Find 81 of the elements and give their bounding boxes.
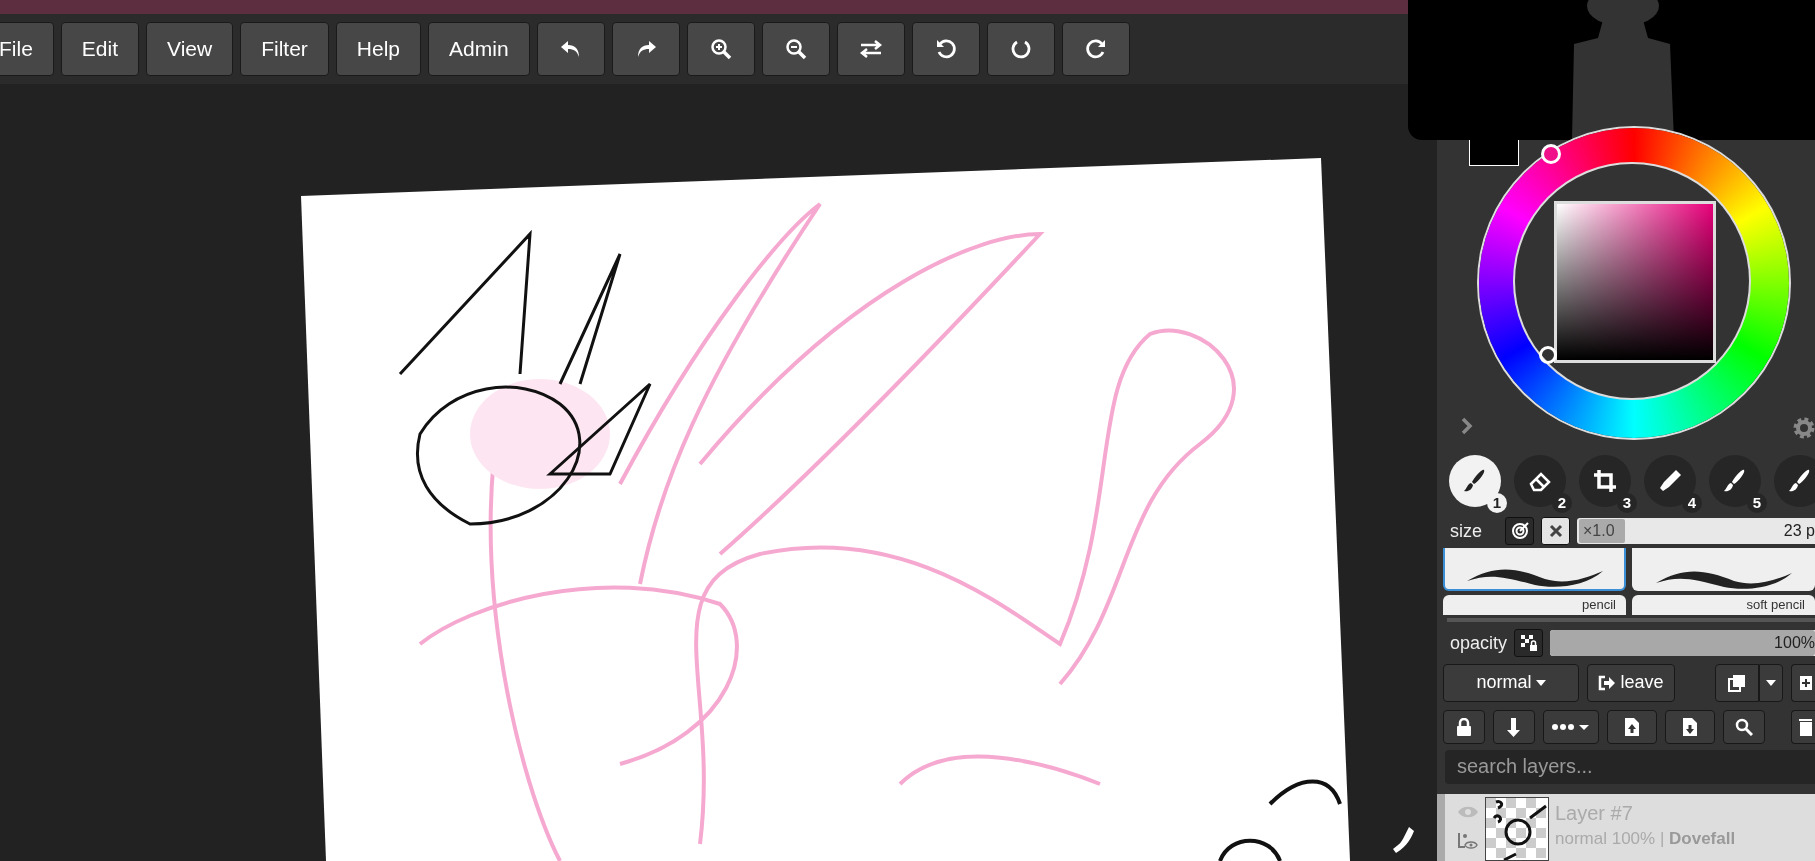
tool-button[interactable] bbox=[1579, 455, 1631, 508]
pressure-button[interactable] bbox=[1505, 517, 1534, 546]
zoom-in-button[interactable] bbox=[686, 22, 755, 76]
opacity-label: opacity bbox=[1450, 632, 1508, 654]
swap-button[interactable] bbox=[836, 22, 905, 76]
brush-preset[interactable] bbox=[1632, 547, 1815, 591]
brush-name[interactable]: soft pencil bbox=[1632, 594, 1815, 615]
arrow-down-icon bbox=[1507, 716, 1521, 737]
merge-down-button[interactable] bbox=[1493, 709, 1535, 744]
close-icon bbox=[1548, 524, 1563, 539]
trash-icon bbox=[1798, 717, 1812, 736]
menu-button[interactable]: File bbox=[0, 22, 54, 76]
target-icon bbox=[1510, 522, 1529, 541]
dropdown-button[interactable] bbox=[1759, 663, 1783, 702]
tool-number: 5 bbox=[1747, 493, 1767, 514]
tool-button[interactable] bbox=[1709, 455, 1761, 508]
tool-number: 4 bbox=[1682, 493, 1702, 514]
hue-handle[interactable] bbox=[1541, 144, 1561, 164]
lock-button[interactable] bbox=[1443, 709, 1485, 744]
color-swatch[interactable] bbox=[1469, 140, 1519, 166]
rotate-right-icon bbox=[1084, 38, 1107, 60]
menu-button[interactable]: Filter bbox=[240, 22, 329, 76]
undo-icon bbox=[559, 39, 582, 59]
close-button[interactable] bbox=[1541, 517, 1570, 546]
saturation-value-square[interactable] bbox=[1554, 201, 1716, 363]
zoom-in-icon bbox=[709, 38, 732, 60]
color-handle[interactable] bbox=[1539, 346, 1557, 364]
file-download-icon bbox=[1683, 717, 1697, 736]
leave-button[interactable]: leave bbox=[1587, 663, 1675, 702]
export-button[interactable] bbox=[1665, 709, 1715, 744]
visibility-lock-icon[interactable] bbox=[1457, 830, 1479, 851]
caret-icon bbox=[1766, 679, 1776, 686]
tool-button[interactable] bbox=[1644, 455, 1696, 508]
reset-rotation-button[interactable] bbox=[986, 22, 1055, 76]
exit-icon bbox=[1598, 674, 1617, 691]
lock-icon bbox=[1456, 717, 1472, 736]
blend-mode-dropdown[interactable]: normal bbox=[1443, 663, 1579, 702]
undo-button[interactable] bbox=[536, 22, 605, 76]
menu-button[interactable]: View bbox=[146, 22, 234, 76]
add-layer-button[interactable] bbox=[1791, 663, 1815, 702]
rotate-left-button[interactable] bbox=[911, 22, 980, 76]
more-icon bbox=[1552, 722, 1590, 731]
checker-lock-icon bbox=[1519, 634, 1538, 652]
alpha-lock-button[interactable] bbox=[1514, 629, 1544, 657]
crop-icon bbox=[1592, 468, 1618, 495]
rotate-right-button[interactable] bbox=[1061, 22, 1130, 76]
file-upload-icon bbox=[1625, 717, 1639, 736]
search-field[interactable]: search layers... bbox=[1445, 749, 1815, 784]
menu-button[interactable]: Admin bbox=[428, 22, 530, 76]
menu-button[interactable]: Help bbox=[335, 22, 422, 76]
add-icon bbox=[1798, 673, 1812, 692]
opacity-slider[interactable]: 100% bbox=[1550, 630, 1815, 656]
chevron-right-icon[interactable] bbox=[1460, 416, 1474, 436]
splitter-handle[interactable] bbox=[1447, 618, 1815, 623]
zoom-out-button[interactable] bbox=[761, 22, 830, 76]
search-icon bbox=[1735, 717, 1753, 736]
redo-button[interactable] bbox=[611, 22, 680, 76]
settings-icon[interactable] bbox=[1792, 416, 1815, 440]
caret-icon bbox=[1535, 679, 1546, 686]
tool-number: 1 bbox=[1487, 493, 1507, 514]
import-button[interactable] bbox=[1607, 709, 1657, 744]
copy-icon bbox=[1728, 673, 1746, 692]
brush-name[interactable]: pencil bbox=[1443, 594, 1626, 615]
layer-thumbnail bbox=[1485, 796, 1549, 861]
tool-number: 2 bbox=[1552, 493, 1572, 514]
search-button[interactable] bbox=[1723, 709, 1765, 744]
more-button[interactable] bbox=[1543, 709, 1599, 744]
tool-button[interactable] bbox=[1514, 455, 1566, 508]
menu-button[interactable]: Edit bbox=[60, 22, 140, 76]
tool-button[interactable] bbox=[1774, 455, 1815, 508]
swap-arrows-icon bbox=[858, 39, 883, 59]
tool-number: 3 bbox=[1617, 493, 1637, 514]
multiplier-chip[interactable]: ×1.0 bbox=[1579, 519, 1625, 544]
zoom-out-icon bbox=[784, 38, 807, 60]
size-value[interactable]: 23 p bbox=[1783, 522, 1815, 541]
duplicate-button[interactable] bbox=[1715, 663, 1759, 702]
rotate-left-icon bbox=[934, 38, 957, 60]
brush-preset[interactable] bbox=[1443, 547, 1626, 591]
delete-button[interactable] bbox=[1791, 709, 1815, 744]
size-label: size bbox=[1450, 520, 1483, 543]
tool-button[interactable] bbox=[1449, 455, 1501, 508]
